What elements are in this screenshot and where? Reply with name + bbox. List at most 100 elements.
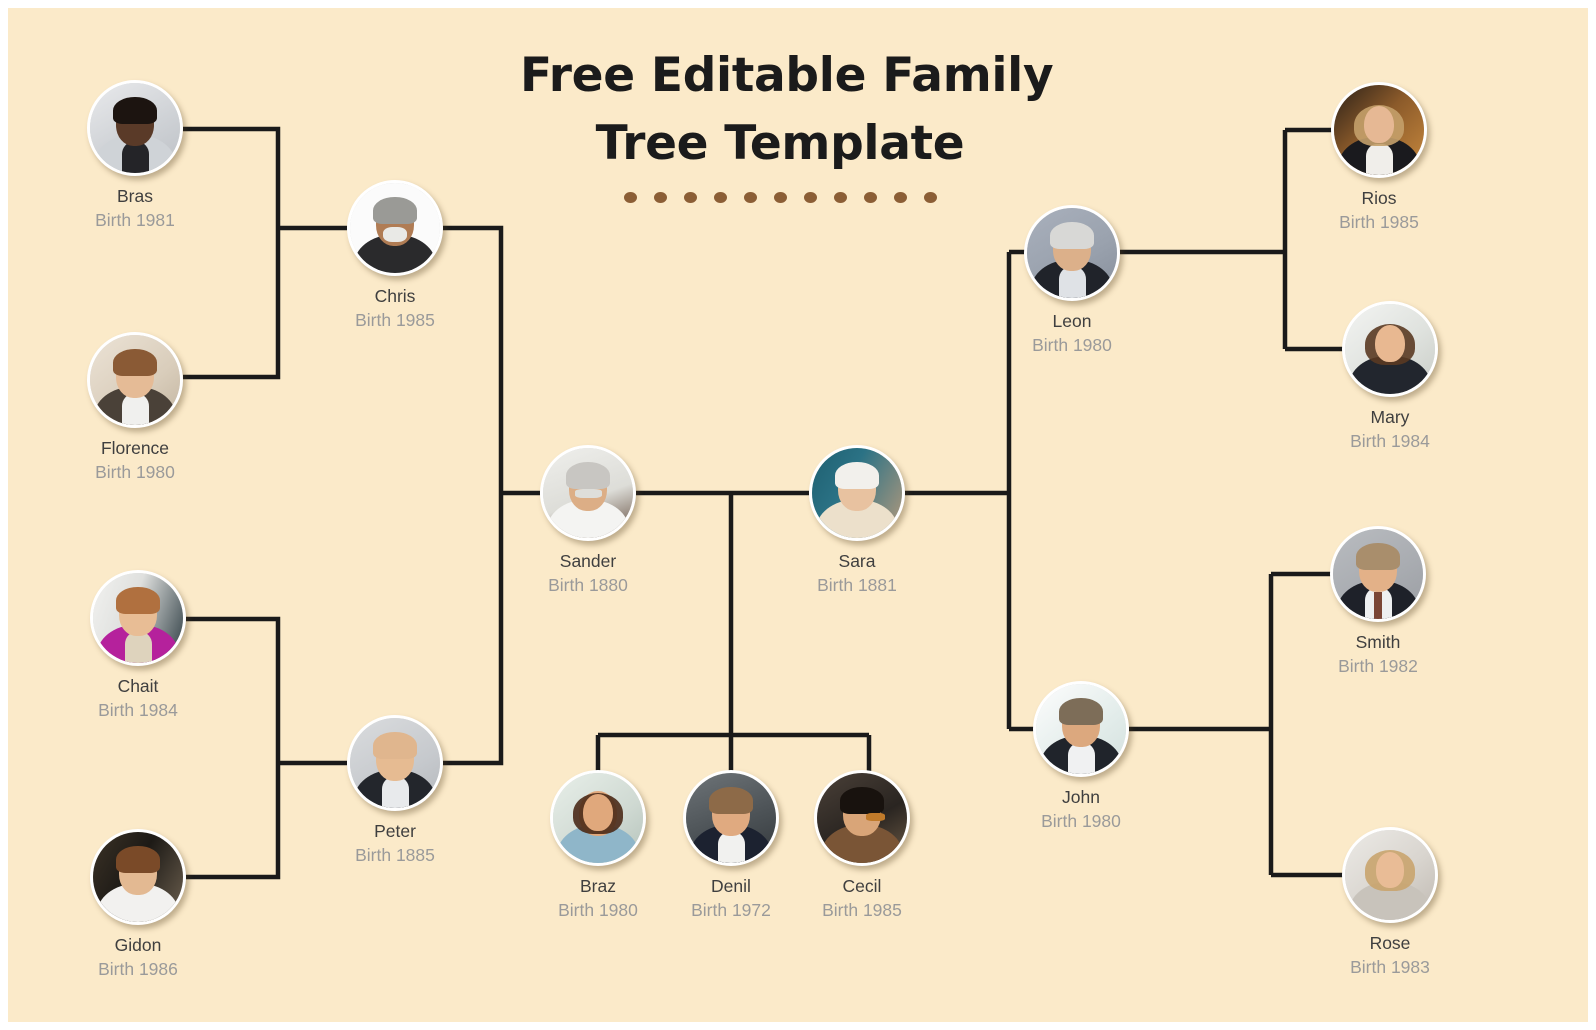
person-birth: Birth 1980 [1032,335,1112,355]
person-name: Cecil [842,876,882,896]
portrait-photo [553,773,643,863]
person-birth: Birth 1983 [1350,957,1430,977]
avatar[interactable] [1330,526,1426,622]
portrait-photo [812,448,902,538]
person-birth: Birth 1982 [1338,656,1418,676]
portrait-photo [90,83,180,173]
title-dot [683,192,697,203]
title-dot-divider [520,192,1040,203]
avatar-wrap[interactable] [347,180,443,276]
person-birth: Birth 1881 [817,575,897,595]
person-node-florence[interactable]: Florence Birth 1980 [35,332,235,484]
title-dot [803,192,817,203]
title-line-2: Tree Template [595,116,965,171]
title-dot [863,192,877,203]
person-birth: Birth 1981 [95,210,175,230]
person-node-sara[interactable]: Sara Birth 1881 [757,445,957,597]
title-dot [653,192,667,203]
portrait-photo [93,832,183,922]
avatar-wrap[interactable] [809,445,905,541]
avatar[interactable] [814,770,910,866]
person-birth: Birth 1985 [355,310,435,330]
person-node-cecil[interactable]: Cecil Birth 1985 [762,770,962,922]
person-name: Chris [374,286,416,306]
avatar[interactable] [347,715,443,811]
avatar-wrap[interactable] [1342,827,1438,923]
person-name: Leon [1052,311,1092,331]
portrait-photo [350,183,440,273]
person-node-chait[interactable]: Chait Birth 1984 [38,570,238,722]
person-birth: Birth 1984 [1350,431,1430,451]
avatar-wrap[interactable] [1024,205,1120,301]
avatar-wrap[interactable] [347,715,443,811]
portrait-photo [1333,529,1423,619]
person-node-bras[interactable]: Bras Birth 1981 [35,80,235,232]
avatar-wrap[interactable] [1342,301,1438,397]
family-tree-canvas: Free Editable Family Tree Template Bras … [0,0,1596,1030]
avatar-wrap[interactable] [87,332,183,428]
person-name: John [1062,787,1100,807]
person-name: Chait [117,676,159,696]
avatar[interactable] [1024,205,1120,301]
portrait-photo [1334,85,1424,175]
person-node-rios[interactable]: Rios Birth 1985 [1279,82,1479,234]
avatar[interactable] [1342,301,1438,397]
avatar-wrap[interactable] [1331,82,1427,178]
avatar-wrap[interactable] [540,445,636,541]
avatar[interactable] [347,180,443,276]
title-dot [833,192,847,203]
avatar[interactable] [1331,82,1427,178]
title-dot [713,192,727,203]
person-node-mary[interactable]: Mary Birth 1984 [1290,301,1490,453]
avatar-wrap[interactable] [90,570,186,666]
avatar-wrap[interactable] [1033,681,1129,777]
person-birth: Birth 1984 [98,700,178,720]
avatar[interactable] [87,332,183,428]
person-node-sander[interactable]: Sander Birth 1880 [488,445,688,597]
portrait-photo [93,573,183,663]
title-dot [743,192,757,203]
avatar-wrap[interactable] [87,80,183,176]
person-name: Bras [117,186,153,206]
page-title: Free Editable Family Tree Template [520,42,1054,203]
person-name: Florence [100,438,170,458]
person-name: Rios [1361,188,1397,208]
person-name: Sara [838,551,876,571]
person-node-gidon[interactable]: Gidon Birth 1986 [38,829,238,981]
title-dot [923,192,937,203]
avatar-wrap[interactable] [90,829,186,925]
avatar[interactable] [90,570,186,666]
person-node-chris[interactable]: Chris Birth 1985 [295,180,495,332]
portrait-photo [817,773,907,863]
avatar-wrap[interactable] [1330,526,1426,622]
avatar-wrap[interactable] [814,770,910,866]
avatar[interactable] [1033,681,1129,777]
person-birth: Birth 1980 [1041,811,1121,831]
person-name: Mary [1370,407,1410,427]
portrait-photo [1027,208,1117,298]
avatar[interactable] [87,80,183,176]
person-node-rose[interactable]: Rose Birth 1983 [1290,827,1490,979]
person-birth: Birth 1980 [95,462,175,482]
person-birth: Birth 1885 [355,845,435,865]
title-dot [893,192,907,203]
portrait-photo [1036,684,1126,774]
avatar[interactable] [540,445,636,541]
person-name: Gidon [114,935,162,955]
person-birth: Birth 1880 [548,575,628,595]
portrait-photo [543,448,633,538]
avatar[interactable] [809,445,905,541]
person-name: Smith [1355,632,1401,652]
person-node-leon[interactable]: Leon Birth 1980 [972,205,1172,357]
person-name: Sander [559,551,617,571]
person-node-smith[interactable]: Smith Birth 1982 [1278,526,1478,678]
avatar[interactable] [1342,827,1438,923]
person-birth: Birth 1985 [1339,212,1419,232]
person-birth: Birth 1985 [822,900,902,920]
portrait-photo [350,718,440,808]
title-dot [773,192,787,203]
person-node-peter[interactable]: Peter Birth 1885 [295,715,495,867]
person-name: Peter [374,821,416,841]
avatar[interactable] [90,829,186,925]
person-node-john[interactable]: John Birth 1980 [981,681,1181,833]
